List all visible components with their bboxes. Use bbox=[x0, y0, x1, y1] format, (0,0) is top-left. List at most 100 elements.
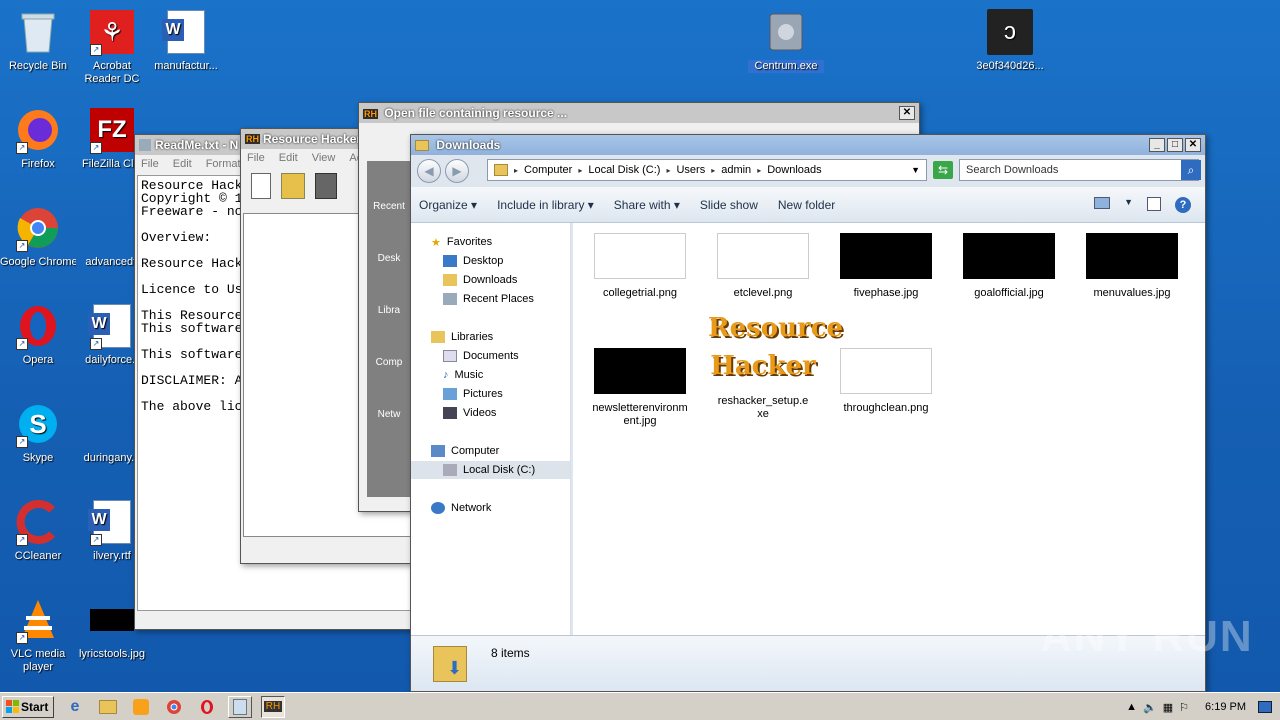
file-item[interactable]: fivephase.jpg bbox=[831, 233, 941, 300]
notepad-title: ReadMe.txt - N bbox=[155, 138, 239, 152]
notepad-taskbar-icon[interactable] bbox=[228, 695, 252, 718]
menu-format[interactable]: Format bbox=[206, 158, 241, 170]
places-item-computer[interactable]: Comp bbox=[367, 357, 411, 368]
reshacker-taskbar-icon[interactable]: RH bbox=[261, 695, 285, 718]
nav-network[interactable]: Network bbox=[431, 499, 491, 517]
folder-icon bbox=[415, 140, 429, 152]
nav-recent-places[interactable]: Recent Places bbox=[443, 290, 534, 308]
file-item[interactable]: Resource Hacker reshacker_setup.e xe bbox=[708, 305, 844, 421]
recycle-bin-icon[interactable]: Recycle Bin bbox=[0, 8, 76, 73]
breadcrumb-users[interactable]: Users bbox=[676, 164, 705, 176]
file-item[interactable]: newsletterenvironm ent.jpg bbox=[585, 348, 695, 428]
menu-view[interactable]: View bbox=[312, 152, 336, 164]
acrobat-icon[interactable]: ⚘ ↗ Acrobat Reader DC bbox=[74, 8, 150, 86]
breadcrumb-localdisk[interactable]: Local Disk (C:) bbox=[588, 164, 660, 176]
forward-button[interactable]: ▶ bbox=[445, 159, 469, 183]
minimize-button[interactable]: _ bbox=[1149, 138, 1165, 152]
maximize-button[interactable]: □ bbox=[1167, 138, 1183, 152]
file-name: fivephase.jpg bbox=[853, 287, 919, 299]
places-item-libraries[interactable]: Libra bbox=[367, 305, 411, 316]
open-file-icon[interactable] bbox=[281, 173, 305, 199]
arrow-down-icon: ⬇ bbox=[447, 658, 463, 678]
back-button[interactable]: ◀ bbox=[417, 159, 441, 183]
file-item[interactable]: menuvalues.jpg bbox=[1077, 233, 1187, 300]
open-dialog-titlebar[interactable]: RH Open file containing resource ... ✕ bbox=[359, 103, 919, 123]
nav-documents[interactable]: Documents bbox=[443, 347, 519, 365]
nav-computer[interactable]: Computer bbox=[431, 442, 499, 460]
recent-places-icon bbox=[443, 293, 457, 305]
file-name: reshacker_setup.e xe bbox=[717, 395, 809, 420]
opera-icon[interactable]: ↗ Opera bbox=[0, 302, 76, 367]
reshacker-logo: Resource Hacker bbox=[708, 313, 844, 381]
explorer-taskbar-icon[interactable] bbox=[96, 696, 120, 718]
search-icon[interactable]: ⌕ bbox=[1181, 160, 1201, 180]
nav-desktop[interactable]: Desktop bbox=[443, 252, 503, 270]
search-input[interactable]: Search Downloads bbox=[959, 159, 1199, 181]
start-button[interactable]: Start bbox=[2, 695, 54, 718]
opera-taskbar-icon[interactable] bbox=[195, 696, 219, 718]
chevron-down-icon[interactable]: ▼ bbox=[1124, 197, 1133, 213]
explorer-window[interactable]: Downloads _ □ ✕ ◀ ▶ ▸ Computer ▸ Local D… bbox=[410, 134, 1206, 692]
help-icon[interactable]: ? bbox=[1175, 196, 1191, 213]
places-item-desktop[interactable]: Desk bbox=[367, 253, 411, 264]
address-bar[interactable]: ▸ Computer ▸ Local Disk (C:) ▸ Users ▸ a… bbox=[487, 159, 927, 181]
organize-button[interactable]: Organize ▾ bbox=[419, 198, 477, 212]
volume-icon[interactable]: 🔈 bbox=[1143, 701, 1157, 714]
centrum-exe-icon[interactable]: Centrum.exe bbox=[748, 8, 824, 73]
show-desktop-icon[interactable] bbox=[1258, 701, 1272, 713]
nav-downloads[interactable]: Downloads bbox=[443, 271, 517, 289]
file-item[interactable]: throughclean.png bbox=[831, 348, 941, 415]
refresh-icon[interactable]: ⇆ bbox=[933, 161, 953, 179]
close-button[interactable]: ✕ bbox=[899, 106, 915, 120]
action-center-icon[interactable]: ⚐ bbox=[1179, 701, 1189, 714]
media-player-icon[interactable] bbox=[129, 696, 153, 718]
ccleaner-icon[interactable]: ↗ CCleaner bbox=[0, 498, 76, 563]
breadcrumb-admin[interactable]: admin bbox=[721, 164, 751, 176]
slide-show-button[interactable]: Slide show bbox=[700, 198, 758, 212]
menu-file[interactable]: File bbox=[141, 158, 159, 170]
clock[interactable]: 6:19 PM bbox=[1205, 701, 1246, 713]
places-item-recent[interactable]: Recent bbox=[367, 201, 411, 212]
downloads-icon bbox=[443, 274, 457, 286]
ccleaner-file-icon[interactable]: ↄ 3e0f340d26... bbox=[972, 8, 1048, 73]
file-item[interactable]: goalofficial.jpg bbox=[954, 233, 1064, 300]
skype-icon[interactable]: S ↗ Skype bbox=[0, 400, 76, 465]
nav-videos[interactable]: Videos bbox=[443, 404, 496, 422]
save-icon[interactable] bbox=[315, 173, 337, 199]
places-item-network[interactable]: Netw bbox=[367, 409, 411, 420]
vlc-icon[interactable]: ↗ VLC media player bbox=[0, 596, 76, 674]
close-button[interactable]: ✕ bbox=[1185, 138, 1201, 152]
firefox-icon[interactable]: ↗ Firefox bbox=[0, 106, 76, 171]
file-item[interactable]: etclevel.png bbox=[708, 233, 818, 300]
view-options-icon[interactable] bbox=[1094, 196, 1111, 209]
breadcrumb-downloads[interactable]: Downloads bbox=[767, 164, 821, 176]
star-icon: ★ bbox=[431, 236, 441, 249]
word-doc-icon[interactable]: W manufactur... bbox=[148, 8, 224, 73]
nav-libraries[interactable]: Libraries bbox=[431, 328, 493, 346]
nav-local-disk[interactable]: Local Disk (C:) bbox=[411, 461, 570, 479]
preview-pane-icon[interactable] bbox=[1147, 196, 1161, 211]
nav-favorites[interactable]: ★ Favorites bbox=[431, 233, 492, 251]
chevron-down-icon[interactable]: ▼ bbox=[911, 165, 920, 175]
network-tray-icon[interactable]: ▦ bbox=[1163, 701, 1173, 714]
menu-edit[interactable]: Edit bbox=[173, 158, 192, 170]
nav-music[interactable]: ♪ Music bbox=[443, 366, 483, 384]
ie-icon[interactable]: e bbox=[63, 696, 87, 718]
menu-edit[interactable]: Edit bbox=[279, 152, 298, 164]
chrome-taskbar-icon[interactable] bbox=[162, 696, 186, 718]
breadcrumb-computer[interactable]: Computer bbox=[524, 164, 572, 176]
icon-label: Opera bbox=[22, 354, 54, 366]
nav-pictures[interactable]: Pictures bbox=[443, 385, 503, 403]
new-folder-button[interactable]: New folder bbox=[778, 198, 835, 212]
documents-icon bbox=[443, 350, 457, 362]
music-icon: ♪ bbox=[443, 369, 449, 381]
icon-label: Firefox bbox=[21, 158, 55, 170]
include-in-library-button[interactable]: Include in library ▾ bbox=[497, 198, 594, 212]
chrome-icon[interactable]: ↗ Google Chrome bbox=[0, 204, 76, 269]
show-hidden-icons-icon[interactable]: ▲ bbox=[1126, 701, 1137, 713]
explorer-titlebar[interactable]: Downloads _ □ ✕ bbox=[411, 135, 1205, 155]
new-file-icon[interactable] bbox=[251, 173, 271, 199]
share-with-button[interactable]: Share with ▾ bbox=[614, 198, 680, 212]
menu-file[interactable]: File bbox=[247, 152, 265, 164]
file-item[interactable]: collegetrial.png bbox=[585, 233, 695, 300]
